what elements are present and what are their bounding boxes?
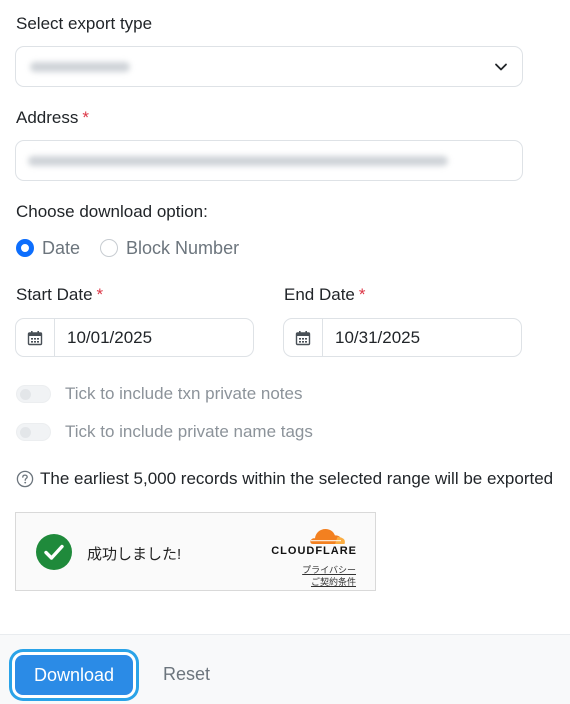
- required-mark: *: [96, 285, 104, 304]
- start-date-value[interactable]: 10/01/2025: [55, 319, 152, 356]
- download-button[interactable]: Download: [15, 655, 133, 695]
- radio-block-number-label[interactable]: Block Number: [126, 238, 239, 259]
- start-date-input[interactable]: 10/01/2025: [15, 318, 254, 357]
- cloudflare-brand: CLOUDFLARE: [271, 545, 357, 557]
- radio-date-label[interactable]: Date: [42, 238, 80, 259]
- captcha-status: 成功しました!: [87, 546, 182, 563]
- download-option-label: Choose download option:: [16, 202, 208, 221]
- calendar-icon: [27, 330, 43, 345]
- cloudflare-turnstile-widget: 成功しました! CLOUDFLARE プライバシー ご契約条件: [15, 512, 376, 591]
- required-mark: *: [82, 108, 89, 127]
- address-label: Address *: [16, 108, 89, 128]
- toggle-private-notes[interactable]: [16, 385, 51, 403]
- download-option-radio-group: Date Block Number: [16, 236, 239, 260]
- export-type-value: [30, 61, 130, 72]
- end-date-label: End Date *: [284, 285, 366, 305]
- chevron-down-icon: [495, 63, 507, 71]
- calendar-icon: [295, 330, 311, 345]
- export-type-select[interactable]: [15, 46, 523, 87]
- start-date-label-text: Start Date: [16, 285, 93, 304]
- end-date-calendar-button[interactable]: [284, 319, 323, 356]
- end-date-label-text: End Date: [284, 285, 355, 304]
- required-mark: *: [358, 285, 366, 304]
- address-value-blurred: [28, 155, 448, 166]
- question-circle-icon: [16, 470, 34, 488]
- toggle-private-tags-row: Tick to include private name tags: [16, 421, 313, 443]
- toggle-private-notes-row: Tick to include txn private notes: [16, 383, 303, 405]
- export-info: The earliest 5,000 records within the se…: [16, 469, 553, 489]
- export-info-text: The earliest 5,000 records within the se…: [40, 469, 554, 488]
- radio-block-number[interactable]: [100, 239, 119, 257]
- success-check-icon: [36, 534, 72, 570]
- cloudflare-cloud-logo: [310, 529, 345, 544]
- address-label-text: Address: [16, 108, 79, 127]
- form-footer: Download Reset: [0, 634, 570, 704]
- toggle-private-notes-label[interactable]: Tick to include txn private notes: [65, 384, 303, 404]
- reset-button[interactable]: Reset: [163, 664, 210, 685]
- start-date-label: Start Date *: [16, 285, 103, 305]
- end-date-value[interactable]: 10/31/2025: [323, 319, 420, 356]
- toggle-private-tags-label[interactable]: Tick to include private name tags: [65, 422, 313, 442]
- toggle-knob: [20, 427, 31, 438]
- address-input[interactable]: [15, 140, 523, 181]
- toggle-knob: [20, 389, 31, 400]
- start-date-calendar-button[interactable]: [16, 319, 55, 356]
- toggle-private-tags[interactable]: [16, 423, 51, 441]
- radio-date[interactable]: [16, 239, 34, 257]
- export-type-label: Select export type: [16, 14, 153, 33]
- end-date-input[interactable]: 10/31/2025: [283, 318, 522, 357]
- captcha-terms-link[interactable]: ご契約条件: [311, 575, 356, 588]
